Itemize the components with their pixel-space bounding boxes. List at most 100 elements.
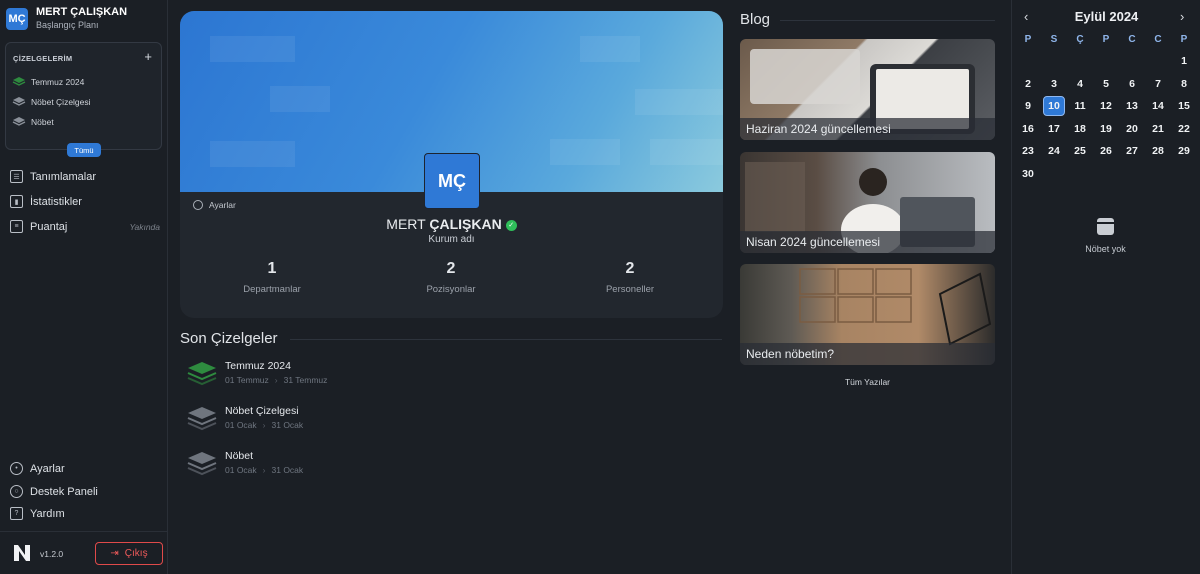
calendar-day[interactable]: 5: [1095, 74, 1117, 94]
calendar-day[interactable]: 1: [1173, 51, 1195, 71]
last-name: ÇALIŞKAN: [429, 216, 502, 232]
recent-schedules-title: Son Çizelgeler: [180, 330, 278, 347]
layers-icon: [12, 97, 26, 106]
all-schedules-button[interactable]: Tümü: [67, 143, 101, 157]
profile-settings-link[interactable]: Ayarlar: [193, 200, 236, 210]
calendar-weekday: P: [1180, 33, 1188, 45]
calendar-day[interactable]: 3: [1043, 74, 1065, 94]
checklist-icon: ☰: [10, 170, 23, 183]
first-name: MERT: [386, 216, 426, 232]
recent-schedule-item[interactable]: Nöbet 01 Ocak › 31 Ocak: [187, 450, 303, 476]
nav-item-support[interactable]: ○ Destek Paneli: [10, 485, 160, 498]
nav-item-label: İstatistikler: [30, 195, 82, 208]
chevron-right-icon: ›: [274, 375, 278, 385]
calendar-day[interactable]: 18: [1069, 119, 1091, 139]
calendar-day[interactable]: 30: [1017, 164, 1039, 184]
blog-post-card[interactable]: Nisan 2024 güncellemesi: [740, 152, 995, 253]
blog-title: Blog: [740, 11, 771, 28]
calendar-day[interactable]: 15: [1173, 96, 1195, 116]
blog-post-card[interactable]: Neden nöbetim?: [740, 264, 995, 365]
nav-item-help[interactable]: ? Yardım: [10, 507, 160, 520]
no-shift-label: Nöbet yok: [1085, 244, 1126, 254]
blog-post-caption: Nisan 2024 güncellemesi: [740, 231, 995, 253]
stat-personnel: 2 Personeller: [540, 260, 720, 295]
calendar-day[interactable]: 28: [1147, 141, 1169, 161]
recent-schedule-dates: 01 Ocak › 31 Ocak: [225, 465, 304, 475]
blog-post-card[interactable]: Haziran 2024 güncellemesi: [740, 39, 995, 140]
nav-item-settings[interactable]: • Ayarlar: [10, 462, 160, 475]
version-label: v1.2.0: [40, 549, 64, 559]
nav-item-label: Tanımlamalar: [30, 170, 97, 183]
profile-avatar[interactable]: MÇ: [424, 153, 480, 209]
stat-value: 2: [446, 260, 456, 277]
bar-chart-icon: ▮: [10, 195, 23, 208]
stat-value: 1: [267, 260, 277, 277]
calendar-day[interactable]: 29: [1173, 141, 1195, 161]
calendar-day-today[interactable]: 10: [1043, 96, 1065, 116]
nav-item-timesheet[interactable]: ≡ Puantaj Yakında: [10, 220, 160, 233]
calendar-day[interactable]: 2: [1017, 74, 1039, 94]
nav-item-definitions[interactable]: ☰ Tanımlamalar: [10, 170, 160, 183]
recent-schedule-name: Nöbet Çizelgesi: [225, 405, 299, 417]
calendar-day[interactable]: 4: [1069, 74, 1091, 94]
stat-positions: 2 Pozisyonlar: [361, 260, 541, 295]
schedule-item[interactable]: Nöbet: [12, 116, 54, 127]
gear-icon: •: [10, 462, 23, 475]
recent-schedule-item[interactable]: Temmuz 2024 01 Temmuz › 31 Temmuz: [187, 360, 327, 386]
calendar-day[interactable]: 20: [1121, 119, 1143, 139]
question-icon: ?: [10, 507, 23, 520]
calendar-day[interactable]: 12: [1095, 96, 1117, 116]
calendar-day[interactable]: 6: [1121, 74, 1143, 94]
calendar-day[interactable]: 7: [1147, 74, 1169, 94]
verified-check-icon: ✓: [505, 219, 517, 231]
calendar-day[interactable]: 16: [1017, 119, 1039, 139]
calendar-day[interactable]: 13: [1121, 96, 1143, 116]
calendar-day[interactable]: 19: [1095, 119, 1117, 139]
recent-schedule-dates: 01 Ocak › 31 Ocak: [225, 420, 304, 430]
calendar-day[interactable]: 17: [1043, 119, 1065, 139]
calendar-panel: ‹ Eylül 2024 › P S Ç P C C P 1 2 3 4 5 6 7 8 9 10 11 12 13 1…: [1011, 0, 1200, 574]
plus-icon[interactable]: +: [144, 50, 152, 63]
stat-label: Departmanlar: [243, 284, 301, 295]
calendar-weekday: P: [1024, 33, 1032, 45]
nav-item-statistics[interactable]: ▮ İstatistikler: [10, 195, 160, 208]
schedule-item[interactable]: Nöbet Çizelgesi: [12, 96, 91, 107]
recent-schedule-item[interactable]: Nöbet Çizelgesi 01 Ocak › 31 Ocak: [187, 405, 303, 431]
stat-value: 2: [625, 260, 635, 277]
user-header[interactable]: MÇ MERT ÇALIŞKAN Başlangıç Planı: [6, 6, 127, 31]
user-name: MERT ÇALIŞKAN: [36, 6, 128, 18]
calendar-day[interactable]: 27: [1121, 141, 1143, 161]
nav-item-label: Puantaj: [30, 220, 68, 233]
calendar-day[interactable]: 23: [1017, 141, 1039, 161]
nav-item-label: Ayarlar: [30, 462, 65, 475]
gear-icon: [193, 200, 203, 210]
chevron-right-icon: ›: [262, 420, 266, 430]
user-plan: Başlangıç Planı: [36, 20, 99, 30]
calendar-day[interactable]: 26: [1095, 141, 1117, 161]
calendar-day[interactable]: 21: [1147, 119, 1169, 139]
nav-item-label: Yardım: [30, 507, 65, 520]
calendar-day[interactable]: 25: [1069, 141, 1091, 161]
calendar-day[interactable]: 11: [1069, 96, 1091, 116]
document-icon: ≡: [10, 220, 23, 233]
app-logo-icon: [14, 545, 30, 561]
layers-icon: [187, 452, 217, 476]
chevron-right-icon[interactable]: ›: [1180, 9, 1184, 24]
calendar-day[interactable]: 24: [1043, 141, 1065, 161]
profile-name: MERT ÇALIŞKAN ✓: [180, 216, 723, 232]
stat-label: Personeller: [605, 284, 655, 295]
calendar-day[interactable]: 8: [1173, 74, 1195, 94]
chevron-right-icon: ›: [262, 465, 266, 475]
schedule-item[interactable]: Temmuz 2024: [12, 76, 84, 87]
calendar-icon: [1097, 218, 1114, 235]
calendar-month-label: Eylül 2024: [1074, 9, 1139, 24]
calendar-day[interactable]: 22: [1173, 119, 1195, 139]
all-posts-link[interactable]: Tüm Yazılar: [740, 377, 995, 387]
calendar-weekday: P: [1102, 33, 1110, 45]
calendar-weekday: C: [1128, 33, 1136, 45]
calendar-day[interactable]: 9: [1017, 96, 1039, 116]
profile-settings-label: Ayarlar: [209, 200, 236, 210]
layers-icon: [12, 117, 26, 126]
calendar-day[interactable]: 14: [1147, 96, 1169, 116]
logout-button[interactable]: ⇥ Çıkış: [95, 542, 163, 565]
